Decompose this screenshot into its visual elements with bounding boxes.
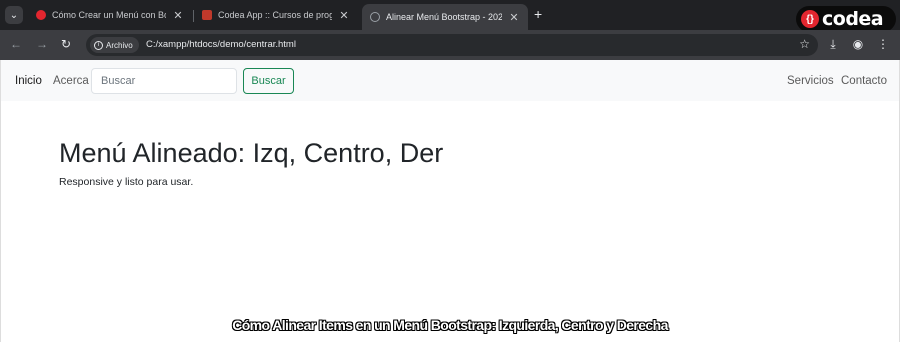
tab-title: Alinear Menú Bootstrap - 2025: [386, 12, 502, 22]
codea-logo: {} codea: [796, 6, 896, 32]
opera-favicon-icon: [36, 10, 46, 20]
chevron-down-icon: ⌄: [9, 9, 19, 21]
globe-icon: [370, 12, 380, 22]
download-icon[interactable]: ⤓: [826, 37, 840, 52]
search-button[interactable]: Buscar: [243, 68, 294, 94]
tab-2[interactable]: Codea App :: Cursos de programación ✕: [194, 4, 358, 26]
new-tab-button[interactable]: +: [534, 6, 542, 22]
video-caption: Cómo Alinear Items en un Menú Bootstrap:…: [232, 317, 668, 333]
codea-logo-mark: {}: [801, 10, 819, 28]
back-arrow-icon[interactable]: ←: [8, 37, 24, 51]
tab-search-button[interactable]: ⌄: [5, 6, 23, 24]
tab-1[interactable]: Cómo Crear un Menú con Bootstrap ✕: [28, 4, 192, 26]
tab-title: Codea App :: Cursos de programación: [218, 10, 332, 20]
menu-kebab-icon[interactable]: ⋮: [876, 37, 890, 51]
info-icon: i: [94, 40, 103, 50]
close-icon[interactable]: ✕: [172, 9, 184, 22]
site-navbar: Inicio Acerca Buscar Buscar Servicios Co…: [1, 60, 899, 101]
bookmark-star-icon[interactable]: ☆: [799, 37, 810, 51]
tab-3-active[interactable]: Alinear Menú Bootstrap - 2025 ✕: [362, 4, 528, 30]
profile-icon[interactable]: ◉: [851, 37, 865, 51]
nav-link-acerca[interactable]: Acerca: [53, 75, 89, 87]
site-info-label: Archivo: [106, 40, 133, 50]
close-icon[interactable]: ✕: [338, 9, 350, 22]
address-bar[interactable]: i Archivo C:/xampp/htdocs/demo/centrar.h…: [86, 34, 818, 56]
page-subtitle: Responsive y listo para usar.: [59, 176, 194, 188]
search-input[interactable]: Buscar: [91, 68, 237, 94]
browser-toolbar: ← → ↻ i Archivo C:/xampp/htdocs/demo/cen…: [0, 30, 900, 60]
site-info-chip[interactable]: i Archivo: [90, 37, 139, 53]
codea-favicon-icon: [202, 10, 212, 20]
nav-link-inicio[interactable]: Inicio: [15, 75, 42, 87]
url-text[interactable]: C:/xampp/htdocs/demo/centrar.html: [146, 39, 296, 50]
codea-logo-word: codea: [822, 8, 884, 30]
forward-arrow-icon[interactable]: →: [34, 37, 50, 51]
reload-icon[interactable]: ↻: [58, 37, 74, 51]
page-title: Menú Alineado: Izq, Centro, Der: [59, 138, 444, 168]
tab-title: Cómo Crear un Menú con Bootstrap: [52, 10, 166, 20]
page-viewport: Inicio Acerca Buscar Buscar Servicios Co…: [0, 60, 900, 342]
nav-link-servicios[interactable]: Servicios: [787, 75, 834, 87]
close-icon[interactable]: ✕: [508, 11, 520, 24]
tab-strip: ⌄ Cómo Crear un Menú con Bootstrap ✕ Cod…: [0, 0, 900, 32]
nav-link-contacto[interactable]: Contacto: [841, 75, 887, 87]
